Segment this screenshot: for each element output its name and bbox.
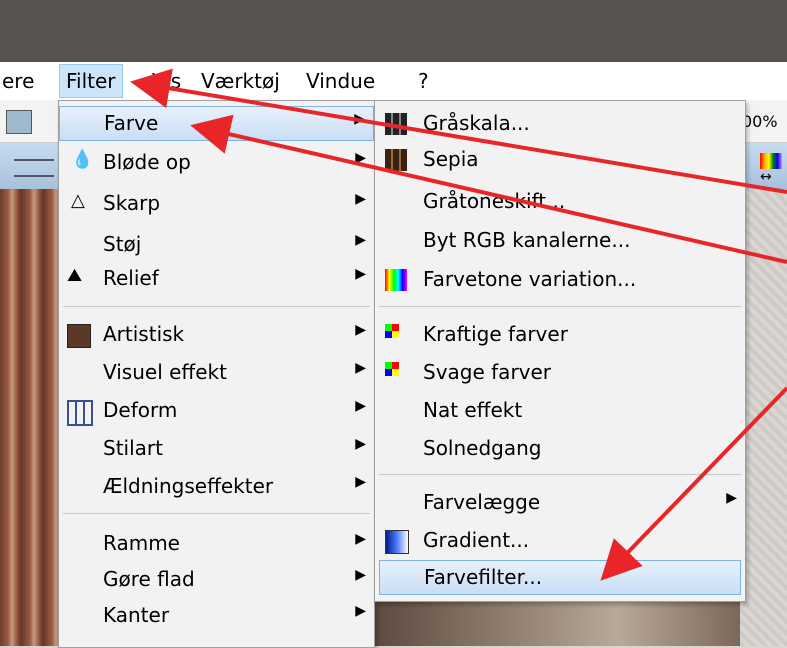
image-tool-icon[interactable] xyxy=(6,110,32,134)
submenu-arrow-icon: ▶ xyxy=(355,150,366,166)
relief-icon: ⛰ xyxy=(67,265,83,286)
filter-item-visuel-effekt[interactable]: Visuel effekt ▶ xyxy=(59,356,374,389)
submenu-arrow-icon: ▶ xyxy=(355,266,366,282)
portrait-icon xyxy=(67,324,91,348)
submenu-arrow-icon: ▶ xyxy=(355,322,366,338)
color-minus-icon xyxy=(385,362,399,376)
submenu-arrow-icon: ▶ xyxy=(355,531,366,547)
filter-item-stilart[interactable]: Stilart ▶ xyxy=(59,432,374,465)
title-bar xyxy=(0,0,787,62)
menu-bar: ere Filter Vis Værktøj Vindue ? xyxy=(0,62,787,100)
resize-arrows-icon: ↔ xyxy=(760,169,772,185)
filter-item-farve[interactable]: Farve ▶ xyxy=(59,106,374,141)
farve-item-nat-effekt[interactable]: Nat effekt xyxy=(375,394,745,427)
farve-item-sepia[interactable]: Sepia xyxy=(375,143,745,176)
grayscale-grid-icon xyxy=(385,113,407,135)
filter-item-goere-flad[interactable]: Gøre flad ▶ xyxy=(59,563,374,596)
rainbow-icon[interactable] xyxy=(760,153,782,169)
menu-item-help[interactable]: ? xyxy=(418,69,429,93)
farve-item-graaskala[interactable]: Gråskala... xyxy=(375,107,745,140)
filter-item-skarp[interactable]: △ Skarp ▶ xyxy=(59,187,374,220)
submenu-arrow-icon: ▶ xyxy=(355,567,366,583)
grid-icon xyxy=(67,400,93,426)
farve-item-graatoneskift[interactable]: Gråtoneskift... xyxy=(375,185,745,218)
submenu-arrow-icon: ▶ xyxy=(355,474,366,490)
submenu-arrow-icon: ▶ xyxy=(355,603,366,619)
filter-item-kanter[interactable]: Kanter ▶ xyxy=(59,599,374,632)
submenu-arrow-icon: ▶ xyxy=(355,232,366,248)
farve-item-farvelaegge[interactable]: Farvelægge ▶ xyxy=(375,486,745,519)
menu-separator xyxy=(63,513,370,514)
filter-item-bloede-op[interactable]: 💧 Bløde op ▶ xyxy=(59,146,374,179)
menu-item-vis[interactable]: Vis xyxy=(152,69,181,93)
farve-item-solnedgang[interactable]: Solnedgang xyxy=(375,432,745,465)
filter-item-deform[interactable]: Deform ▶ xyxy=(59,394,374,427)
submenu-arrow-icon: ▶ xyxy=(355,360,366,376)
triangle-icon: △ xyxy=(71,190,85,211)
menu-separator xyxy=(379,474,741,475)
menu-separator xyxy=(63,306,370,307)
drop-icon: 💧 xyxy=(71,149,94,170)
menu-item-prev[interactable]: ere xyxy=(2,69,34,93)
farve-item-farvetone-variation[interactable]: Farvetone variation... xyxy=(375,263,745,296)
canvas-background xyxy=(740,189,787,646)
submenu-arrow-icon: ▶ xyxy=(726,490,737,506)
farve-item-byt-rgb[interactable]: Byt RGB kanalerne... xyxy=(375,224,745,257)
canvas-image-left xyxy=(0,189,60,646)
submenu-arrow-icon: ▶ xyxy=(355,436,366,452)
filter-menu: Farve ▶ 💧 Bløde op ▶ △ Skarp ▶ Støj ▶ ⛰ … xyxy=(58,100,375,648)
filter-item-stoej[interactable]: Støj ▶ xyxy=(59,228,374,261)
menu-item-vaerktoej[interactable]: Værktøj xyxy=(201,69,280,93)
canvas-image-bottom xyxy=(375,600,740,646)
submenu-arrow-icon: ▶ xyxy=(355,191,366,207)
filter-item-aeldningseffekter[interactable]: Ældningseffekter ▶ xyxy=(59,470,374,503)
filter-item-relief[interactable]: ⛰ Relief ▶ xyxy=(59,262,374,295)
farve-submenu: Gråskala... Sepia Gråtoneskift... Byt RG… xyxy=(374,100,746,602)
slider-icon[interactable] xyxy=(14,159,54,177)
farve-item-farvefilter[interactable]: Farvefilter... xyxy=(379,560,741,595)
filter-item-artistisk[interactable]: Artistisk ▶ xyxy=(59,318,374,351)
color-plus-icon xyxy=(385,324,399,338)
farve-item-gradient[interactable]: Gradient... xyxy=(375,524,745,557)
zoom-level[interactable]: 00% xyxy=(742,112,778,131)
menu-separator xyxy=(379,306,741,307)
farve-item-kraftige-farver[interactable]: Kraftige farver xyxy=(375,318,745,351)
menu-item-filter[interactable]: Filter xyxy=(59,64,123,98)
submenu-arrow-icon: ▶ xyxy=(355,398,366,414)
sepia-grid-icon xyxy=(385,149,407,171)
hue-variation-icon xyxy=(385,269,407,291)
gradient-icon xyxy=(385,530,409,554)
farve-item-svage-farver[interactable]: Svage farver xyxy=(375,356,745,389)
submenu-arrow-icon: ▶ xyxy=(354,111,365,127)
menu-item-vindue[interactable]: Vindue xyxy=(306,69,375,93)
filter-item-ramme[interactable]: Ramme ▶ xyxy=(59,527,374,560)
